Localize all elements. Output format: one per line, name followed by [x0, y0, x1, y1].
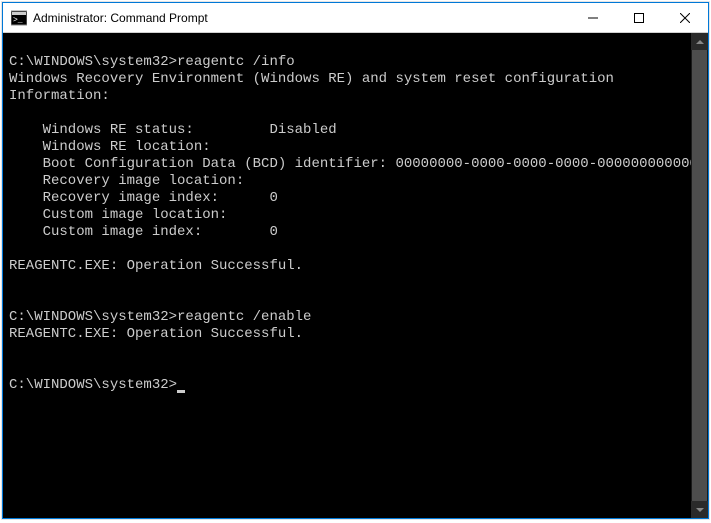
maximize-button[interactable]	[616, 3, 662, 32]
output-line: Information:	[9, 88, 110, 104]
command-prompt-window: >_ Administrator: Command Prompt	[2, 2, 709, 519]
output-line: Recovery image index: 0	[9, 190, 278, 206]
output-line: REAGENTC.EXE: Operation Successful.	[9, 258, 303, 274]
minimize-icon	[588, 13, 598, 23]
close-icon	[680, 13, 690, 23]
output-line: Custom image index: 0	[9, 224, 278, 240]
window-controls	[570, 3, 708, 32]
title-bar[interactable]: >_ Administrator: Command Prompt	[3, 3, 708, 33]
scroll-down-arrow[interactable]	[691, 501, 708, 518]
output-line: Windows RE location:	[9, 139, 211, 155]
output-line: Windows Recovery Environment (Windows RE…	[9, 71, 614, 87]
scroll-track[interactable]	[691, 50, 708, 501]
prompt: C:\WINDOWS\system32>	[9, 54, 177, 70]
output-line: Boot Configuration Data (BCD) identifier…	[9, 156, 691, 172]
window-title: Administrator: Command Prompt	[33, 11, 570, 25]
chevron-up-icon	[696, 40, 704, 44]
prompt: C:\WINDOWS\system32>	[9, 309, 177, 325]
minimize-button[interactable]	[570, 3, 616, 32]
app-icon: >_	[11, 10, 27, 26]
output-line: REAGENTC.EXE: Operation Successful.	[9, 326, 303, 342]
prompt-line: C:\WINDOWS\system32>reagentc /info Windo…	[9, 54, 691, 393]
command-text: reagentc /info	[177, 54, 295, 70]
vertical-scrollbar[interactable]	[691, 33, 708, 518]
scroll-thumb[interactable]	[692, 50, 707, 501]
output-line: Custom image location:	[9, 207, 227, 223]
command-text: reagentc /enable	[177, 309, 311, 325]
maximize-icon	[634, 13, 644, 23]
svg-text:>_: >_	[13, 16, 23, 25]
prompt: C:\WINDOWS\system32>	[9, 377, 177, 393]
output-line: Windows RE status: Disabled	[9, 122, 337, 138]
terminal-area: C:\WINDOWS\system32>reagentc /info Windo…	[3, 33, 708, 518]
scroll-up-arrow[interactable]	[691, 33, 708, 50]
chevron-down-icon	[696, 508, 704, 512]
close-button[interactable]	[662, 3, 708, 32]
cursor	[177, 390, 185, 393]
output-line: Recovery image location:	[9, 173, 244, 189]
terminal-content[interactable]: C:\WINDOWS\system32>reagentc /info Windo…	[3, 33, 691, 518]
